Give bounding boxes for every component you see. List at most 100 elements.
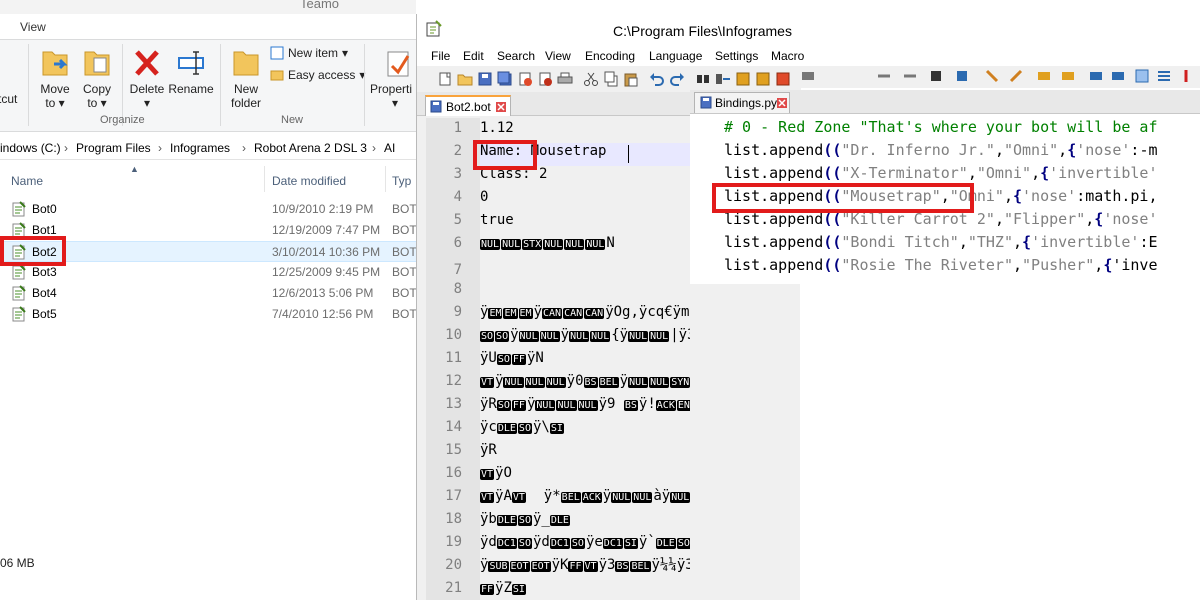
tab-bot2-bot[interactable]: Bot2.bot xyxy=(425,95,511,116)
line-number: 11 xyxy=(445,350,462,366)
easy-access-button[interactable]: Easy access ▾ xyxy=(270,68,365,82)
control-char-badge: FF xyxy=(568,561,583,572)
print-icon[interactable] xyxy=(557,71,573,87)
save-icon[interactable] xyxy=(477,71,493,87)
properties-dropdown[interactable]: ▾ xyxy=(370,96,416,110)
toolbar-icon[interactable] xyxy=(1088,68,1104,84)
sync-scroll-icon[interactable] xyxy=(775,71,791,87)
address-bar[interactable]: indows (C:) › Program Files › Infogrames… xyxy=(0,138,416,160)
column-divider[interactable] xyxy=(385,166,386,192)
column-date-modified[interactable]: Date modified xyxy=(272,174,346,188)
close-tab-icon[interactable] xyxy=(777,98,787,108)
control-char-badge: NUL xyxy=(539,331,560,342)
menu-encoding[interactable]: Encoding xyxy=(585,49,635,63)
control-char-badge: EOT xyxy=(509,561,530,572)
column-name[interactable]: Name xyxy=(11,174,43,188)
toolbar-icon[interactable] xyxy=(876,68,892,84)
tab-bindings-py[interactable]: Bindings.py xyxy=(694,92,790,113)
file-row-bot0[interactable]: Bot0 10/9/2010 2:19 PM BOT xyxy=(0,199,416,220)
toolbar-icon[interactable] xyxy=(984,68,1000,84)
toolbar-icon[interactable] xyxy=(902,68,918,84)
undo-icon[interactable] xyxy=(649,71,665,87)
close-file-icon[interactable] xyxy=(517,71,533,87)
zoom-in-icon[interactable] xyxy=(735,71,751,87)
line-number: 5 xyxy=(453,212,462,228)
find-icon[interactable] xyxy=(695,71,711,87)
redo-icon[interactable] xyxy=(669,71,685,87)
line-number: 6 xyxy=(453,235,462,251)
breadcrumb-robot-arena[interactable]: Robot Arena 2 DSL 3 xyxy=(254,141,367,155)
menu-macro[interactable]: Macro xyxy=(771,49,804,63)
open-file-icon[interactable] xyxy=(457,71,473,87)
breadcrumb-program-files[interactable]: Program Files xyxy=(76,141,151,155)
file-name: Bot0 xyxy=(32,202,57,216)
cut-button[interactable]: tcut xyxy=(0,92,17,106)
delete-dropdown[interactable]: ▾ xyxy=(128,96,166,110)
new-folder-icon xyxy=(233,51,259,76)
cut-icon[interactable] xyxy=(583,71,599,87)
new-folder-button[interactable]: New folder xyxy=(226,46,266,110)
menu-language[interactable]: Language xyxy=(649,49,702,63)
zoom-out-icon[interactable] xyxy=(755,71,771,87)
control-char-badge: NUL xyxy=(545,377,566,388)
bindings-toolbar xyxy=(800,66,1200,88)
file-row-bot5[interactable]: Bot5 7/4/2010 12:56 PM BOT xyxy=(0,304,416,325)
file-row-bot4[interactable]: Bot4 12/6/2013 5:06 PM BOT xyxy=(0,283,416,304)
line-number: 8 xyxy=(453,281,462,297)
breadcrumb-drive[interactable]: indows (C:) xyxy=(0,141,61,155)
toolbar-icon[interactable] xyxy=(1008,68,1024,84)
control-char-badge: BS xyxy=(583,377,598,388)
save-all-icon[interactable] xyxy=(497,71,513,87)
move-to-button[interactable]: Move to ▾ xyxy=(38,46,72,110)
toolbar-icon[interactable] xyxy=(1156,68,1172,84)
properties-icon xyxy=(387,51,410,77)
copy-icon[interactable] xyxy=(603,71,619,87)
toolbar-icon[interactable] xyxy=(1178,68,1194,84)
bot-file-icon xyxy=(12,201,26,217)
rename-button[interactable]: Rename xyxy=(168,46,214,96)
control-char-badge: DLE xyxy=(655,538,676,549)
breadcrumb-infogrames[interactable]: Infogrames xyxy=(170,141,230,155)
control-char-badge: DC1 xyxy=(602,538,623,549)
column-type[interactable]: Typ xyxy=(392,174,411,188)
breadcrumb-ai[interactable]: AI xyxy=(384,141,395,155)
paste-icon[interactable] xyxy=(623,71,639,87)
toolbar-icon[interactable] xyxy=(928,68,944,84)
tab-view[interactable]: View xyxy=(20,20,46,34)
new-folder-label-2: folder xyxy=(230,96,262,110)
close-tab-icon[interactable] xyxy=(496,102,506,112)
menu-edit[interactable]: Edit xyxy=(463,49,484,63)
toolbar-icon[interactable] xyxy=(1036,68,1052,84)
toolbar-icon[interactable] xyxy=(1110,68,1126,84)
menu-file[interactable]: File xyxy=(431,49,450,63)
code-line: ÿRSOFFÿNULNULNULÿ9 BSÿ!ACKENQÿ xyxy=(480,396,690,412)
control-char-badge: VT xyxy=(583,561,598,572)
code-line: list.append(("X-Terminator","Omni",{'inv… xyxy=(724,164,1158,182)
control-char-badge: EM xyxy=(488,308,503,319)
toolbar-icon[interactable] xyxy=(954,68,970,84)
menu-search[interactable]: Search xyxy=(497,49,535,63)
sort-ascending-icon: ▲ xyxy=(130,164,139,174)
delete-button[interactable]: Delete ▾ xyxy=(128,46,166,110)
control-char-badge: EOT xyxy=(530,561,551,572)
new-file-icon[interactable] xyxy=(437,71,453,87)
line-number: 18 xyxy=(445,511,462,527)
toolbar-icon[interactable] xyxy=(1134,68,1150,84)
new-item-button[interactable]: New item ▾ xyxy=(270,46,348,60)
npp-toolbar xyxy=(417,66,801,92)
replace-icon[interactable] xyxy=(715,71,731,87)
menu-view[interactable]: View xyxy=(545,49,571,63)
file-saved-icon xyxy=(700,96,712,109)
code-line: VT ÿNUL NUL NUL ÿ0BS BEL ÿNUL NUL SYN xyxy=(480,373,690,389)
menu-settings[interactable]: Settings xyxy=(715,49,758,63)
control-char-badge: SYN xyxy=(670,377,690,388)
properties-button[interactable]: Properti ▾ xyxy=(370,46,416,110)
toolbar-icon[interactable] xyxy=(1060,68,1076,84)
breadcrumb-chevron-icon: › xyxy=(64,141,68,155)
toolbar-icon[interactable] xyxy=(800,68,816,84)
control-char-badge: NUL xyxy=(503,377,524,388)
close-all-icon[interactable] xyxy=(537,71,553,87)
copy-to-button[interactable]: Copy to ▾ xyxy=(80,46,114,110)
control-char-badge: CAN xyxy=(542,308,563,319)
column-divider[interactable] xyxy=(264,166,265,192)
